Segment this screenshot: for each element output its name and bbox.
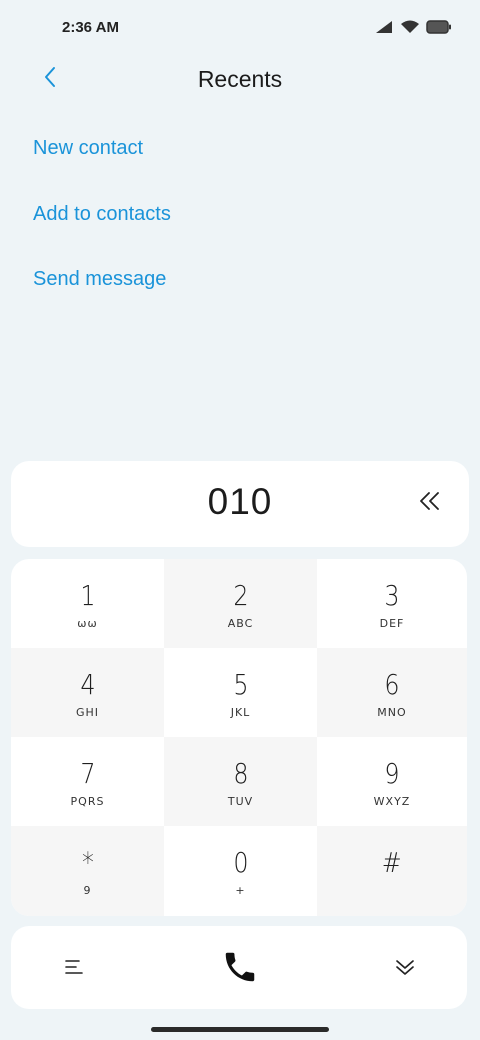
key-letters: PQRS (70, 795, 105, 808)
menu-icon (62, 960, 86, 983)
key-digit: 2 (232, 579, 249, 612)
collapse-keypad-button[interactable] (393, 955, 417, 979)
key-6[interactable]: 6 MNO (317, 648, 467, 737)
key-digit: 1 (79, 579, 96, 612)
key-star[interactable]: * 9 (11, 826, 164, 916)
key-digit: 8 (232, 757, 249, 790)
voicemail-label: ωω (77, 617, 98, 630)
dialer-bottom-bar (11, 926, 467, 1009)
new-contact-link[interactable]: New contact (33, 137, 143, 160)
key-letters: + (235, 884, 246, 897)
page-title: Recents (197, 66, 283, 92)
double-chevron-left-icon (417, 492, 443, 518)
key-2[interactable]: 2 ABC (164, 559, 317, 648)
key-digit: 9 (384, 757, 400, 790)
key-7[interactable]: 7 PQRS (11, 737, 164, 826)
send-message-link[interactable]: Send message (33, 268, 166, 291)
key-digit: * (81, 846, 94, 879)
home-indicator[interactable] (151, 1027, 329, 1032)
wifi-icon (400, 19, 420, 35)
key-digit: 0 (232, 846, 249, 879)
keypad: 1 ωω 2 ABC 3 DEF 4 GHI 5 JKL 6 MNO 7 PQR… (11, 559, 467, 916)
key-8[interactable]: 8 TUV (164, 737, 317, 826)
number-display-card: 010 (11, 461, 469, 547)
double-chevron-down-icon (393, 960, 417, 983)
key-5[interactable]: 5 JKL (164, 648, 317, 737)
key-letters: TUV (227, 795, 254, 808)
header: Recents (0, 56, 480, 106)
key-letters: 9 (83, 884, 92, 897)
key-3[interactable]: 3 DEF (317, 559, 467, 648)
key-letters: GHI (75, 706, 100, 719)
phone-icon (221, 952, 259, 990)
add-to-contacts-link[interactable]: Add to contacts (33, 203, 171, 226)
key-0[interactable]: 0 + (164, 826, 317, 916)
status-bar: 2:36 AM (0, 0, 480, 56)
key-digit: # (382, 846, 402, 879)
key-letters: MNO (377, 706, 407, 719)
key-hash[interactable]: # (317, 826, 467, 916)
key-digit: 3 (384, 579, 400, 612)
key-digit: 7 (79, 757, 96, 790)
key-letters: WXYZ (373, 795, 411, 808)
key-4[interactable]: 4 GHI (11, 648, 164, 737)
key-letters: ABC (227, 617, 254, 630)
backspace-button[interactable] (417, 488, 443, 514)
status-icons (374, 19, 452, 35)
key-digit: 5 (232, 668, 249, 701)
battery-icon (426, 19, 452, 35)
key-letters: DEF (379, 617, 405, 630)
signal-icon (374, 19, 394, 35)
dialed-number: 010 (207, 481, 273, 522)
key-1[interactable]: 1 ωω (11, 559, 164, 648)
key-letters: JKL (230, 706, 251, 719)
status-time: 2:36 AM (62, 19, 119, 36)
key-digit: 6 (384, 668, 400, 701)
key-digit: 4 (79, 668, 96, 701)
call-button[interactable] (221, 948, 259, 986)
key-9[interactable]: 9 WXYZ (317, 737, 467, 826)
menu-button[interactable] (62, 955, 86, 979)
